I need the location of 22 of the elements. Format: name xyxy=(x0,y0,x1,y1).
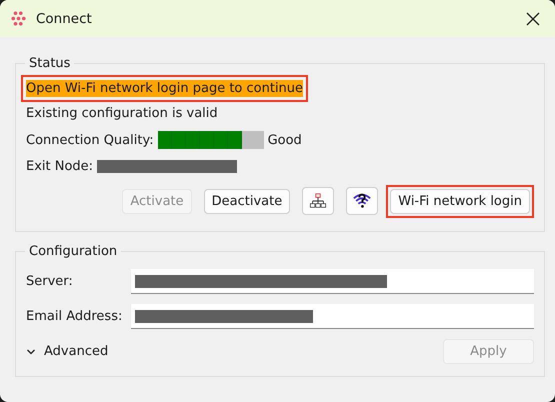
input-field[interactable] xyxy=(131,269,534,294)
close-icon xyxy=(526,12,540,26)
icon-button[interactable] xyxy=(302,187,334,215)
network-icon xyxy=(309,192,328,210)
action-button[interactable]: Wi-Fi network login xyxy=(390,188,530,214)
input-field[interactable] xyxy=(131,304,534,329)
quality-label: Connection Quality: xyxy=(26,132,154,148)
field-label: Server: xyxy=(26,274,74,289)
chevron-icon xyxy=(26,346,36,356)
group-title: Status xyxy=(28,56,72,71)
advanced-toggle[interactable]: Advanced xyxy=(26,344,108,359)
icon-button[interactable] xyxy=(346,187,378,215)
action-button[interactable]: Deactivate xyxy=(204,188,290,214)
status-banner: Open Wi-Fi network login page to continue xyxy=(26,80,304,97)
field-label: Email Address: xyxy=(26,309,124,324)
dots-logo-icon xyxy=(11,11,26,26)
wifi-question-icon xyxy=(353,192,372,210)
quality-reading: Good xyxy=(268,132,302,148)
window-title: Connect xyxy=(36,10,92,26)
exit-node-label: Exit Node: xyxy=(26,159,94,174)
status-message: Existing configuration is valid xyxy=(26,106,219,121)
group-title: Configuration xyxy=(28,244,118,259)
